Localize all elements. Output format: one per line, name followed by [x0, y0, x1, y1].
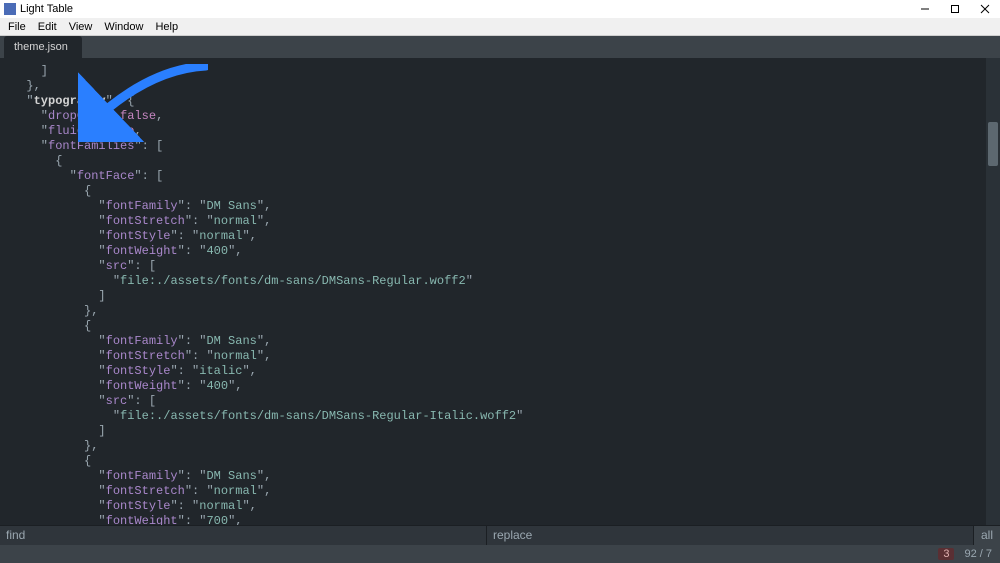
- vertical-scrollbar[interactable]: [986, 58, 1000, 525]
- menu-bar: File Edit View Window Help: [0, 18, 1000, 36]
- error-badge[interactable]: 3: [938, 548, 954, 560]
- tab-theme-json[interactable]: theme.json: [4, 36, 82, 58]
- find-all-button[interactable]: all: [974, 526, 1000, 545]
- menu-window[interactable]: Window: [98, 21, 149, 33]
- window-titlebar[interactable]: Light Table: [0, 0, 1000, 18]
- find-input[interactable]: find: [0, 526, 487, 545]
- window-title: Light Table: [20, 3, 73, 15]
- menu-view[interactable]: View: [63, 21, 99, 33]
- minimize-button[interactable]: [910, 0, 940, 18]
- cursor-position: 92 / 7: [964, 548, 992, 560]
- tab-strip: theme.json: [0, 36, 1000, 58]
- replace-input[interactable]: replace: [487, 526, 974, 545]
- menu-file[interactable]: File: [2, 21, 32, 33]
- status-bar: 3 92 / 7: [0, 545, 1000, 563]
- menu-help[interactable]: Help: [149, 21, 184, 33]
- code-editor[interactable]: ] }, "typography": { "dropCap": false, "…: [0, 58, 986, 525]
- menu-edit[interactable]: Edit: [32, 21, 63, 33]
- app-icon: [4, 3, 16, 15]
- scrollbar-thumb[interactable]: [988, 122, 998, 166]
- close-button[interactable]: [970, 0, 1000, 18]
- find-replace-bar: find replace all: [0, 525, 1000, 545]
- maximize-button[interactable]: [940, 0, 970, 18]
